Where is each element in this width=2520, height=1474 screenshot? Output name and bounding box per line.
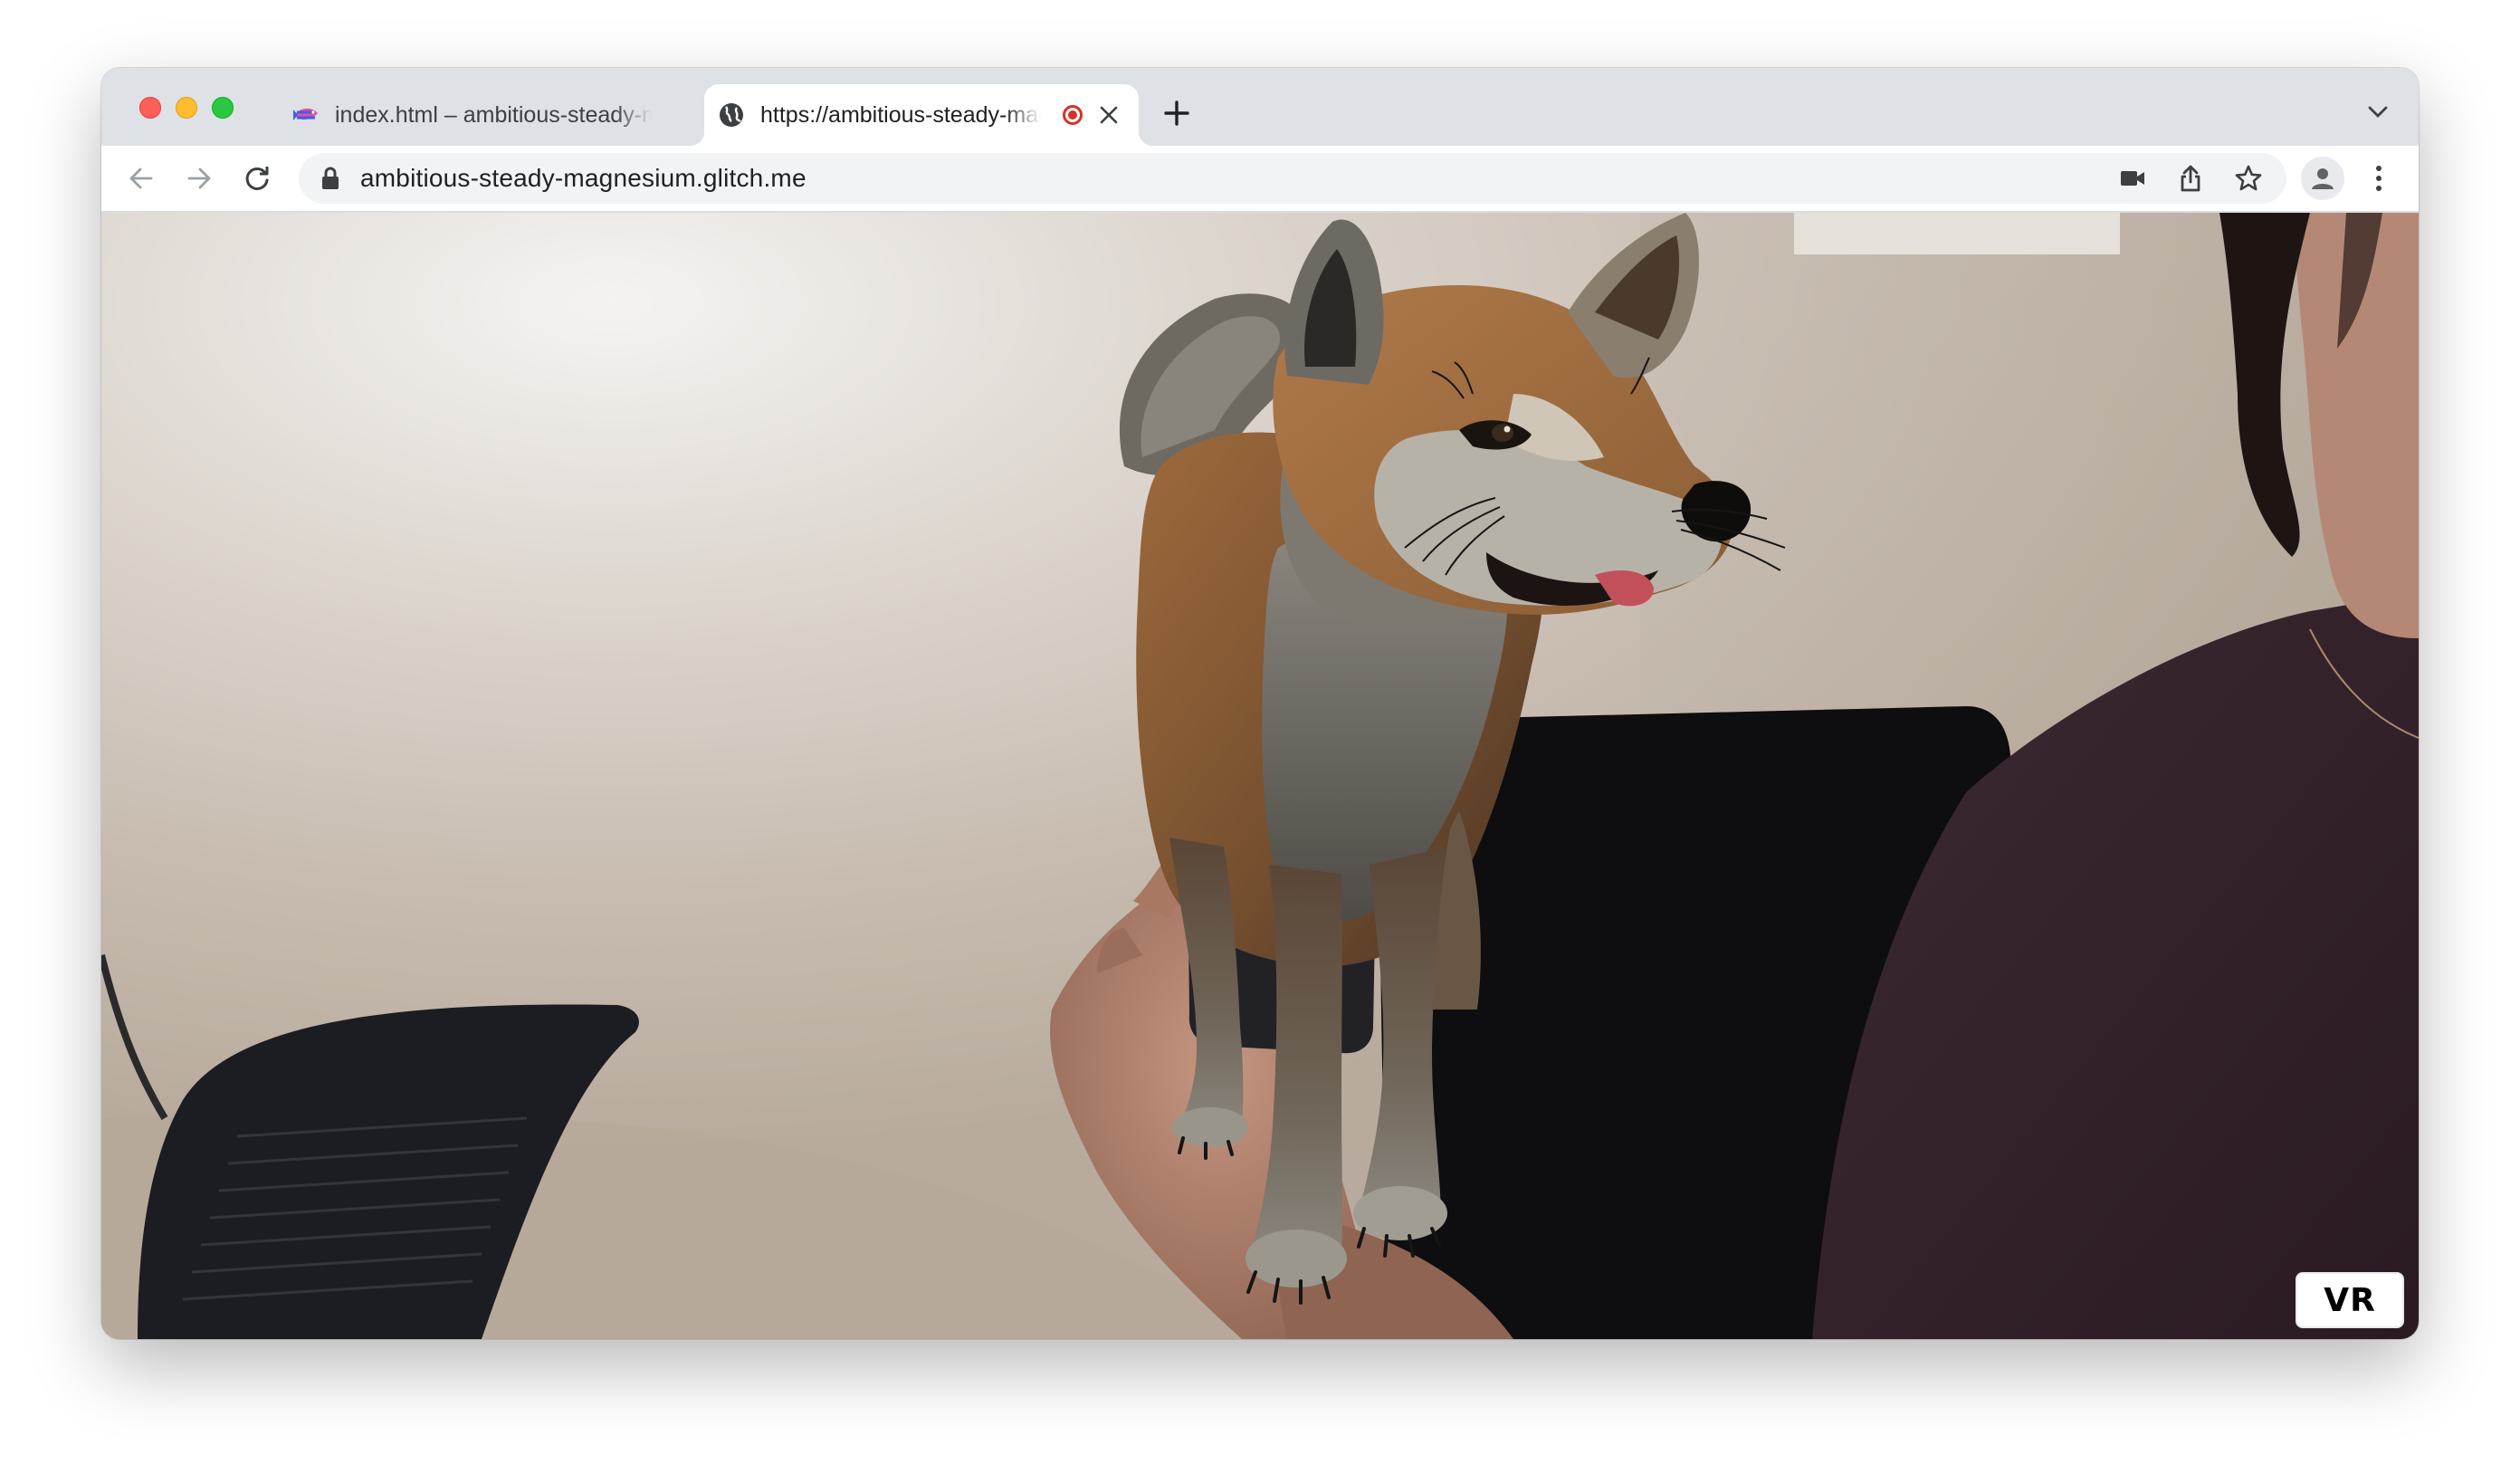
camera-in-use-button[interactable] xyxy=(2113,158,2152,198)
forward-button[interactable] xyxy=(179,158,219,198)
back-icon xyxy=(129,168,153,189)
globe-icon xyxy=(720,103,743,127)
camera-icon xyxy=(2121,171,2144,186)
star-icon xyxy=(2235,165,2262,191)
zoom-window-button[interactable] xyxy=(212,97,234,119)
new-tab-button[interactable] xyxy=(1159,95,1195,131)
menu-icon xyxy=(2376,166,2382,191)
profile-icon xyxy=(2312,168,2334,189)
close-window-button[interactable] xyxy=(139,97,161,119)
close-tab-icon[interactable] xyxy=(1095,101,1122,129)
browser-window: index.html – ambitious-steady-magnesium … xyxy=(101,68,2419,1339)
glitch-fish-icon xyxy=(293,108,318,120)
back-button[interactable] xyxy=(121,158,161,198)
vr-button[interactable]: VR xyxy=(2296,1272,2404,1328)
reload-button[interactable] xyxy=(237,158,277,198)
tab-strip: index.html – ambitious-steady-magnesium … xyxy=(101,68,2419,146)
minimize-window-button[interactable] xyxy=(176,97,197,119)
tab-search-button[interactable] xyxy=(2364,99,2391,126)
bookmark-button[interactable] xyxy=(2229,158,2268,198)
menu-button[interactable] xyxy=(2359,158,2399,198)
camera-feed-scene xyxy=(101,213,2419,1339)
url-text[interactable]: ambitious-steady-magnesium.glitch.me xyxy=(360,164,807,193)
share-icon xyxy=(2181,165,2200,192)
tab-app[interactable]: https://ambitious-steady-magnesium.glitc… xyxy=(690,84,1153,146)
plus-icon xyxy=(1164,100,1189,126)
chevron-down-icon xyxy=(2368,106,2388,118)
tab-title: index.html – ambitious-steady-magnesium xyxy=(335,101,652,129)
address-bar[interactable]: ambitious-steady-magnesium.glitch.me xyxy=(299,153,2286,204)
recording-indicator-icon xyxy=(1063,105,1083,125)
toolbar: ambitious-steady-magnesium.glitch.me xyxy=(101,146,2419,213)
tab-title: https://ambitious-steady-magnesium.glitc… xyxy=(760,101,1041,129)
forward-icon xyxy=(187,168,211,189)
reload-icon xyxy=(245,167,269,190)
profile-button[interactable] xyxy=(2301,157,2344,200)
ar-camera-view[interactable]: VR xyxy=(101,213,2419,1339)
lock-icon[interactable] xyxy=(320,167,340,190)
share-button[interactable] xyxy=(2171,158,2210,198)
